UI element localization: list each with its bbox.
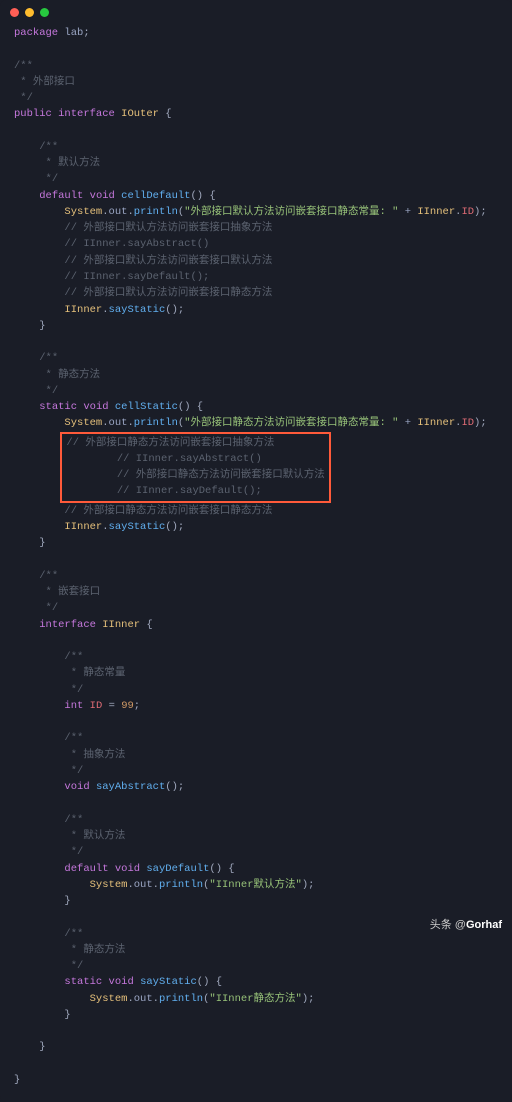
- window-dots: [0, 0, 512, 21]
- attribution: 头条 @Gorhaf: [430, 917, 502, 934]
- highlight-box: // 外部接口静态方法访问嵌套接口抽象方法 // IInner.sayAbstr…: [60, 432, 330, 503]
- minimize-icon[interactable]: [25, 8, 34, 17]
- close-icon[interactable]: [10, 8, 19, 17]
- package-kw: package: [14, 27, 58, 39]
- code-window: package lab; /** * 外部接口 */ public interf…: [0, 0, 512, 1102]
- maximize-icon[interactable]: [40, 8, 49, 17]
